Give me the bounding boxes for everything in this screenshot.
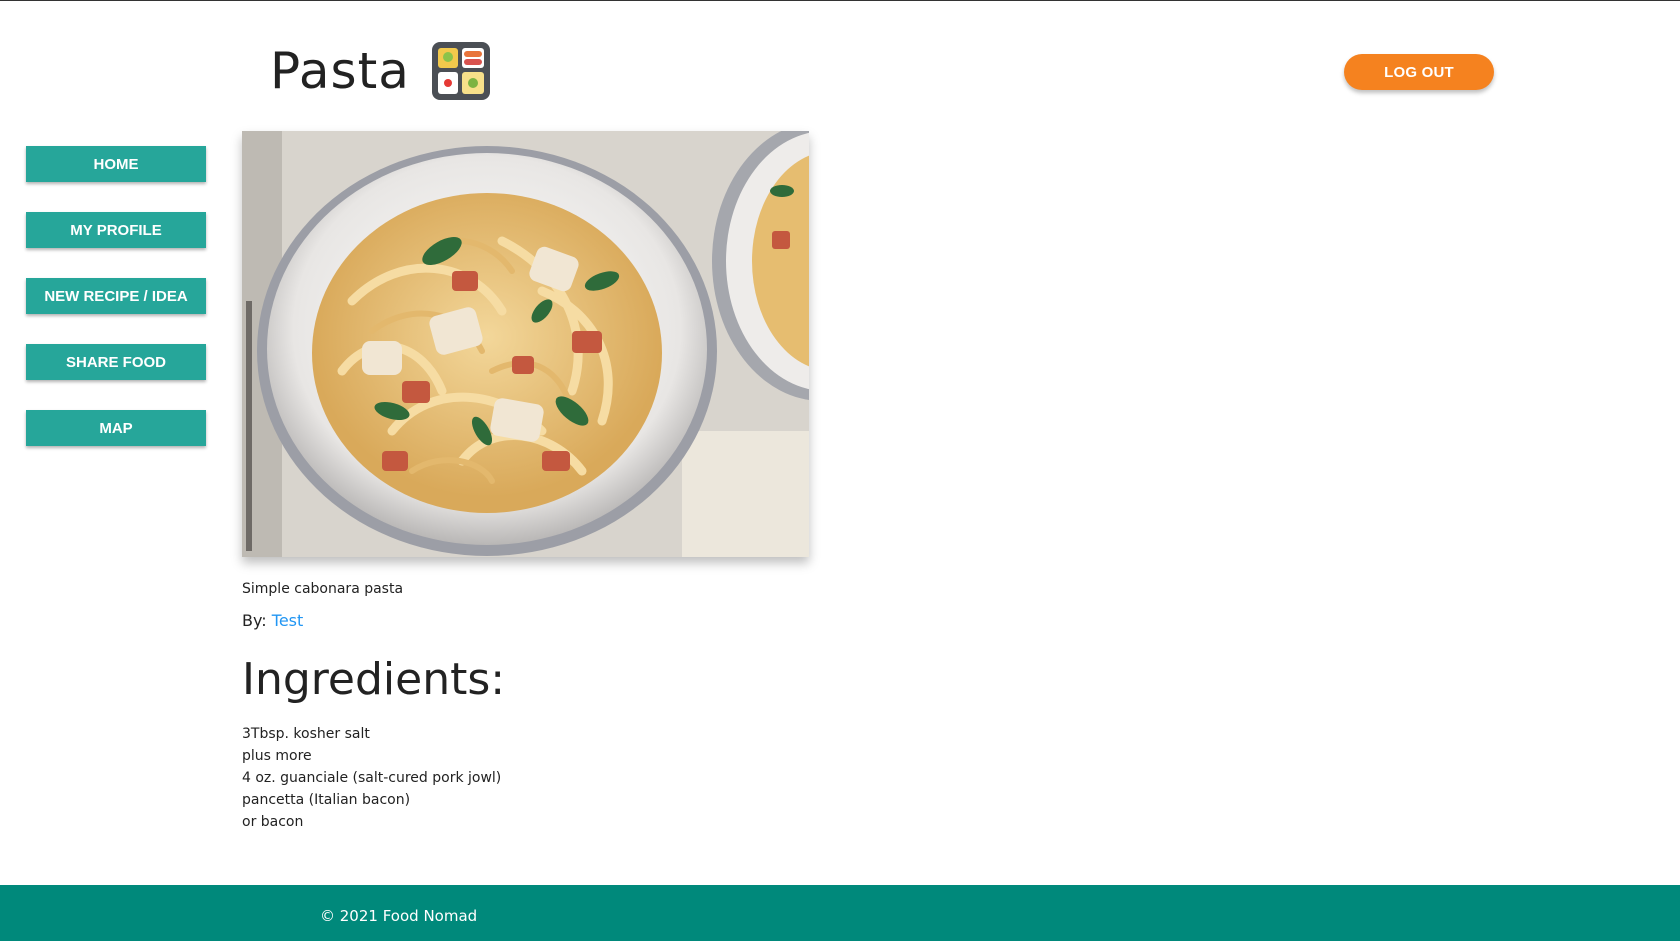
sidebar-item-my-profile[interactable]: MY PROFILE xyxy=(26,212,206,248)
ingredient-item: 3Tbsp. kosher salt xyxy=(242,726,370,742)
ingredient-item: 4 oz. guanciale (salt-cured pork jowl) xyxy=(242,770,502,786)
recipe-photo xyxy=(242,131,809,557)
logout-button[interactable]: LOG OUT xyxy=(1344,54,1494,90)
recipe-byline: By: Test xyxy=(242,611,942,630)
sidebar-item-new-recipe[interactable]: NEW RECIPE / IDEA xyxy=(26,278,206,314)
sidebar-item-home[interactable]: HOME xyxy=(26,146,206,182)
footer-copyright: © 2021 Food Nomad xyxy=(320,907,478,925)
recipe-caption: Simple cabonara pasta xyxy=(242,581,404,597)
sidebar-item-map[interactable]: MAP xyxy=(26,410,206,446)
ingredient-item: plus more xyxy=(242,748,312,764)
ingredient-item: pancetta (Italian bacon) xyxy=(242,792,411,808)
recipe-content: Simple cabonara pasta By: Test Ingredien… xyxy=(242,131,942,847)
ingredients-heading: Ingredients: xyxy=(242,654,506,705)
top-border xyxy=(0,0,1680,1)
sidebar-nav: HOME MY PROFILE NEW RECIPE / IDEA SHARE … xyxy=(26,146,206,476)
sidebar-item-share-food[interactable]: SHARE FOOD xyxy=(26,344,206,380)
by-label: By: xyxy=(242,611,267,630)
bento-box-icon xyxy=(431,42,490,100)
author-link[interactable]: Test xyxy=(272,611,304,630)
page-footer: © 2021 Food Nomad xyxy=(0,885,1680,941)
page-title: Pasta xyxy=(270,42,410,100)
ingredient-item: or bacon xyxy=(242,814,304,830)
ingredients-list: 3Tbsp. kosher salt plus more 4 oz. guanc… xyxy=(242,723,942,833)
page-header: Pasta xyxy=(270,38,490,104)
